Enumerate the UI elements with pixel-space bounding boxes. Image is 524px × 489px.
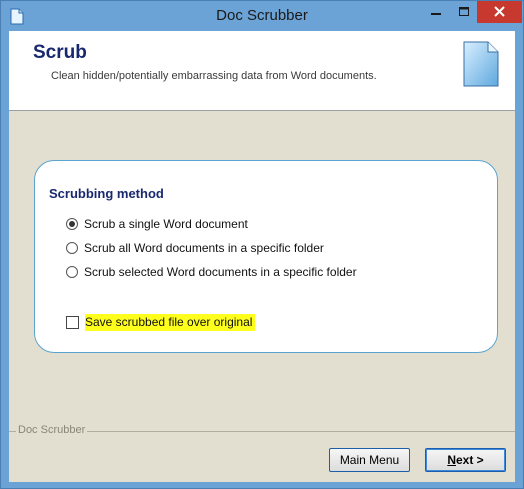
wizard-header: Scrub Clean hidden/potentially embarrass… [9,31,515,111]
radio-label: Scrub selected Word documents in a speci… [84,265,357,279]
footer-label: Doc Scrubber [16,424,88,436]
radio-button[interactable] [66,266,78,278]
next-button-label: Next > [447,453,484,467]
save-over-original-checkbox[interactable]: Save scrubbed file over original [66,313,256,331]
radio-label: Scrub a single Word document [84,217,248,231]
next-button[interactable]: Next > [425,448,506,472]
close-button[interactable] [477,1,522,23]
page-subtitle: Clean hidden/potentially embarrassing da… [51,70,377,82]
radio-label: Scrub all Word documents in a specific f… [84,241,324,255]
radio-button[interactable] [66,242,78,254]
radio-all-in-folder[interactable]: Scrub all Word documents in a specific f… [66,239,324,257]
maximize-icon [459,7,469,16]
radio-single-document[interactable]: Scrub a single Word document [66,215,248,233]
maximize-button[interactable] [450,1,478,23]
client-area: Scrub Clean hidden/potentially embarrass… [9,31,515,482]
document-icon [463,41,499,87]
close-icon [494,6,505,17]
minimize-button[interactable] [422,1,450,23]
group-title: Scrubbing method [49,186,164,201]
radio-button[interactable] [66,218,78,230]
minimize-icon [431,13,441,15]
checkbox-label: Save scrubbed file over original [85,313,256,331]
app-window: Doc Scrubber Scrub Clean hidden/potentia… [0,0,524,489]
main-menu-button[interactable]: Main Menu [329,448,410,472]
scrubbing-method-group: Scrubbing method Scrub a single Word doc… [34,160,498,353]
checkbox[interactable] [66,315,79,329]
radio-selected-in-folder[interactable]: Scrub selected Word documents in a speci… [66,263,357,281]
title-bar[interactable]: Doc Scrubber [1,1,523,31]
page-title: Scrub [33,42,87,63]
